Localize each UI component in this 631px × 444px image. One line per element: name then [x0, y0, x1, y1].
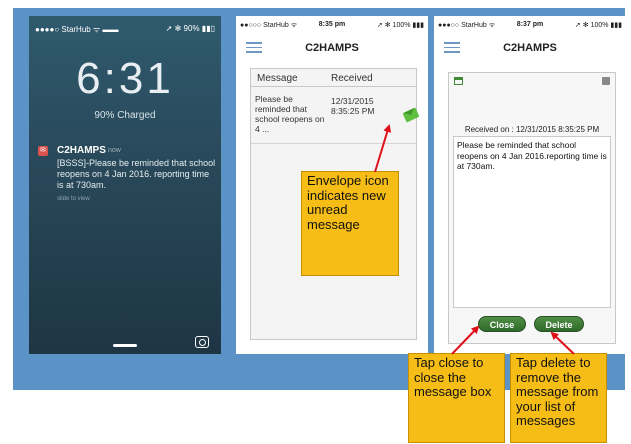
app-title: C2HAMPS [503, 42, 557, 54]
app-title: C2HAMPS [305, 42, 359, 54]
status-bar: ●●○○○ StarHub ᯤ 8:35 pm ➚ ✻ 100% ▮▮▮ [240, 21, 424, 31]
slide-to-view-hint: slide to view [57, 196, 90, 202]
notification-app-name[interactable]: C2HAMPS [57, 145, 106, 156]
status-bar: ●●●○○ StarHub ᯤ 8:37 pm ➚ ✻ 100% ▮▮▮ [438, 21, 622, 31]
message-detail-screen: ●●●○○ StarHub ᯤ 8:37 pm ➚ ✻ 100% ▮▮▮ C2H… [434, 16, 626, 354]
column-header-received: Received [331, 73, 373, 84]
minimize-icon[interactable] [602, 77, 610, 85]
home-indicator[interactable] [113, 344, 137, 347]
lock-clock: 6:31 [76, 54, 174, 103]
table-row[interactable]: Please be reminded that school reopens o… [251, 88, 420, 144]
lock-screen: ●●●●○ StarHub ᯤ ▬▬ ➚ ✻ 90% ▮▮▯ 6:31 90% … [29, 16, 221, 354]
status-battery: ➚ ✻ 100% ▮▮▮ [574, 22, 622, 29]
status-battery: ➚ ✻ 100% ▮▮▮ [376, 22, 424, 29]
delete-button[interactable]: Delete [534, 316, 584, 332]
notification-message[interactable]: [BSSS]-Please be reminded that school re… [57, 158, 217, 191]
row-message: Please be reminded that school reopens o… [255, 94, 325, 134]
message-text-area[interactable]: Please be reminded that school reopens o… [453, 136, 611, 308]
close-callout: Tap close to close the message box [408, 353, 505, 443]
status-battery: ➚ ✻ 90% ▮▮▯ [165, 24, 215, 33]
column-header-message: Message [257, 73, 298, 84]
envelope-icon [402, 107, 420, 123]
status-carrier: ●●●●○ StarHub ᯤ ▬▬ [35, 25, 119, 34]
window-icon [454, 77, 463, 85]
notification-time: now [108, 147, 121, 154]
received-on-label: Received on : 12/31/2015 8:35:25 PM [464, 125, 600, 134]
delete-callout: Tap delete to remove the message from yo… [510, 353, 607, 443]
close-button[interactable]: Close [478, 316, 526, 332]
camera-icon[interactable] [195, 336, 209, 348]
charge-status: 90% Charged [94, 110, 156, 121]
message-box: Received on : 12/31/2015 8:35:25 PM Plea… [448, 72, 616, 344]
app-icon: ✉ [38, 146, 48, 156]
table-header: Message Received [251, 69, 416, 87]
row-received: 12/31/2015 8:35:25 PM [331, 96, 375, 116]
envelope-callout: Envelope icon indicates new unread messa… [301, 171, 399, 276]
status-bar: ●●●●○ StarHub ᯤ ▬▬ ➚ ✻ 90% ▮▮▯ [35, 24, 215, 34]
